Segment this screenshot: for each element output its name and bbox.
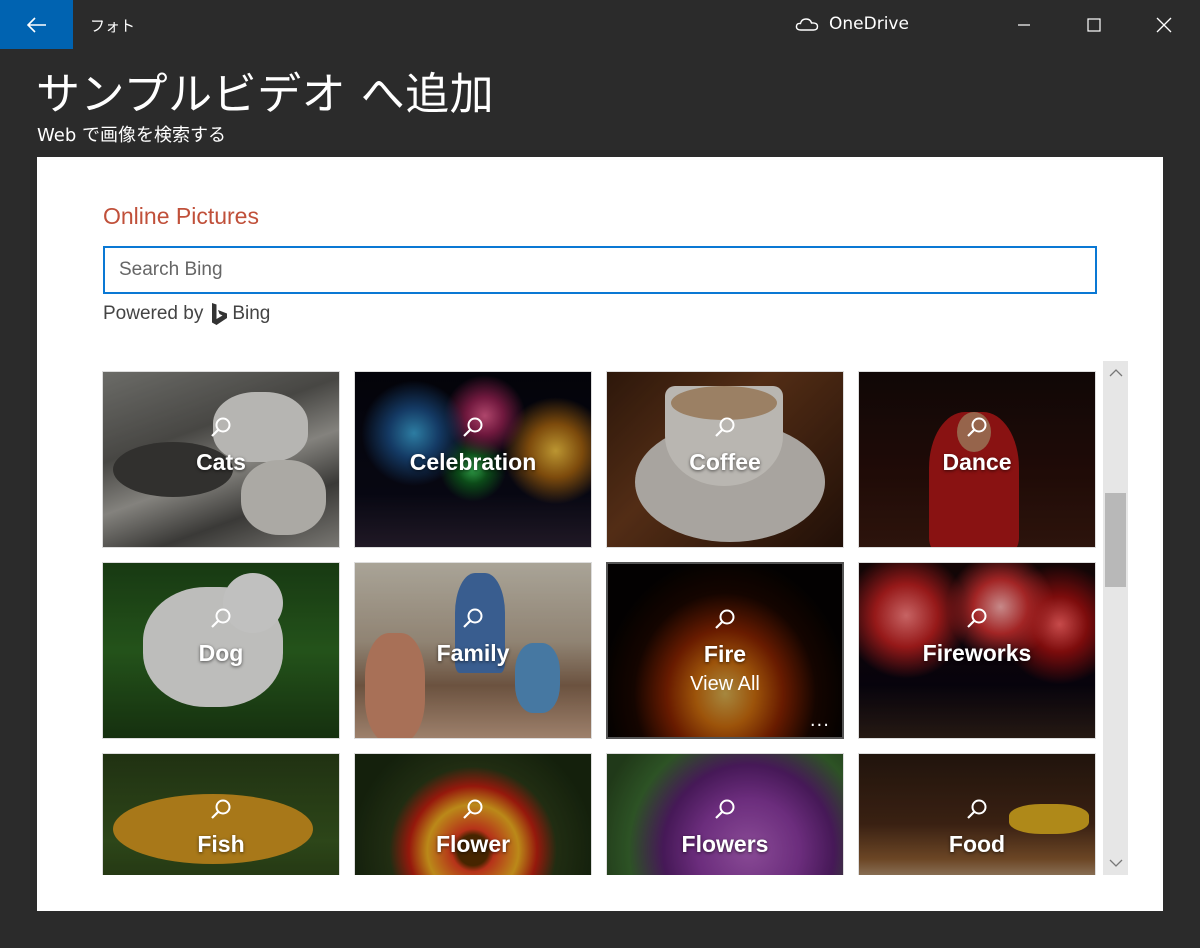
page-title: サンプルビデオ へ追加: [36, 69, 495, 120]
category-label: Dog: [198, 640, 244, 666]
category-label: Cats: [196, 449, 246, 475]
chevron-down-icon: [1109, 859, 1122, 867]
category-tile-dog[interactable]: Dog: [102, 562, 340, 739]
category-tile-dance[interactable]: Dance: [858, 371, 1096, 548]
title-bar: フォト OneDrive: [0, 0, 1200, 49]
minimize-icon: [1018, 23, 1030, 26]
close-icon: [1156, 17, 1172, 32]
category-tile-cats[interactable]: Cats: [102, 371, 340, 548]
category-label: Fish: [197, 831, 245, 857]
category-tile-celebration[interactable]: Celebration: [354, 371, 592, 548]
search-icon: [715, 417, 735, 437]
search-icon: [463, 608, 483, 628]
category-label: Flowers: [681, 831, 769, 857]
category-label: Celebration: [409, 449, 537, 475]
category-tile-fish[interactable]: Fish: [102, 753, 340, 875]
bing-logo: Bing: [211, 302, 270, 326]
category-grid: Cats Celebration Coffee Dance Dog Family…: [102, 371, 1102, 875]
close-button[interactable]: [1130, 0, 1198, 49]
back-arrow-icon: [26, 16, 46, 33]
powered-by-label: Powered by: [103, 303, 204, 324]
category-label: Family: [436, 640, 510, 666]
category-tile-family[interactable]: Family: [354, 562, 592, 739]
search-icon: [211, 608, 231, 628]
scroll-thumb[interactable]: [1105, 493, 1126, 587]
more-options-button[interactable]: ...: [810, 710, 830, 731]
category-label: Fireworks: [922, 640, 1032, 666]
search-icon: [211, 417, 231, 437]
page-subtitle: Web で画像を検索する: [37, 125, 226, 146]
search-icon: [967, 799, 987, 819]
category-tile-flowers[interactable]: Flowers: [606, 753, 844, 875]
scroll-down-button[interactable]: [1103, 851, 1128, 875]
search-box: [103, 246, 1097, 294]
category-tile-food[interactable]: Food: [858, 753, 1096, 875]
vertical-scrollbar[interactable]: [1103, 361, 1128, 875]
photos-window: フォト OneDrive サンプルビデオ へ追加 Web で画像を検索する On…: [0, 0, 1200, 948]
online-pictures-panel: Online Pictures Powered by Bing: [37, 157, 1163, 911]
category-label: Dance: [942, 449, 1012, 475]
category-label: Flower: [435, 831, 511, 857]
category-label: Food: [948, 831, 1006, 857]
search-icon: [967, 417, 987, 437]
powered-by: Powered by Bing: [103, 302, 270, 326]
chevron-up-icon: [1109, 369, 1122, 377]
category-tile-fire[interactable]: Fire View All ...: [606, 562, 844, 739]
category-tile-coffee[interactable]: Coffee: [606, 371, 844, 548]
back-button[interactable]: [0, 0, 73, 49]
onedrive-status[interactable]: OneDrive: [795, 14, 909, 34]
search-icon: [463, 417, 483, 437]
app-name: フォト: [90, 17, 136, 35]
view-all-link[interactable]: View All: [608, 673, 842, 696]
search-icon: [211, 799, 231, 819]
cloud-icon: [795, 18, 819, 31]
category-label: Fire: [703, 641, 747, 667]
onedrive-label: OneDrive: [829, 14, 909, 34]
search-icon: [715, 609, 735, 629]
search-icon: [967, 608, 987, 628]
category-tile-fireworks[interactable]: Fireworks: [858, 562, 1096, 739]
search-icon: [715, 799, 735, 819]
search-input[interactable]: [105, 248, 1095, 292]
bing-label: Bing: [232, 303, 271, 324]
minimize-button[interactable]: [990, 0, 1058, 49]
scroll-up-button[interactable]: [1103, 361, 1128, 385]
category-label: Coffee: [689, 449, 761, 475]
dialog-title: Online Pictures: [103, 203, 259, 229]
maximize-icon: [1087, 17, 1101, 32]
category-tile-flower[interactable]: Flower: [354, 753, 592, 875]
maximize-button[interactable]: [1060, 0, 1128, 49]
bing-icon: [212, 303, 228, 325]
search-icon: [463, 799, 483, 819]
